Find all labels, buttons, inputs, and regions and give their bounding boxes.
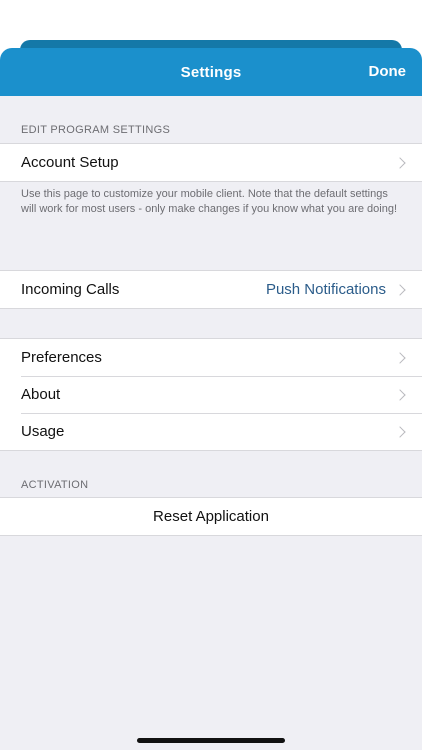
incoming-calls-label: Incoming Calls (21, 281, 120, 298)
account-setup-row[interactable]: Account Setup (0, 144, 422, 181)
chevron-right-icon (394, 283, 406, 296)
incoming-calls-value: Push Notifications (265, 281, 386, 298)
section-header-edit-program-settings: EDIT PROGRAM SETTINGS (21, 124, 171, 136)
group-calls: Incoming Calls Push Notifications (0, 270, 422, 309)
screen: Settings Done EDIT PROGRAM SETTINGS Acco… (0, 0, 422, 750)
preferences-row[interactable]: Preferences (0, 339, 422, 376)
settings-note: Use this page to customize your mobile c… (21, 188, 397, 215)
chevron-right-icon (394, 388, 406, 401)
chevron-right-icon (394, 156, 406, 169)
reset-application-button[interactable]: Reset Application (0, 498, 422, 535)
group-activation: Reset Application (0, 497, 422, 536)
group-general: Preferences About Usage (0, 338, 422, 451)
done-button[interactable]: Done (369, 48, 407, 96)
account-setup-label: Account Setup (21, 154, 119, 171)
about-label: About (21, 386, 61, 403)
preferences-label: Preferences (21, 349, 102, 366)
group-account: Account Setup (0, 143, 422, 182)
chevron-right-icon (394, 425, 406, 438)
usage-row[interactable]: Usage (0, 413, 422, 450)
home-indicator (137, 738, 285, 743)
about-row[interactable]: About (0, 376, 422, 413)
page-title: Settings (180, 63, 242, 81)
navigation-bar: Settings Done (0, 48, 422, 96)
usage-label: Usage (21, 423, 65, 440)
reset-application-label: Reset Application (153, 508, 269, 525)
chevron-right-icon (394, 351, 406, 364)
settings-sheet: Settings Done EDIT PROGRAM SETTINGS Acco… (0, 48, 422, 750)
section-header-activation: ACTIVATION (21, 479, 89, 491)
incoming-calls-row[interactable]: Incoming Calls Push Notifications (0, 271, 422, 308)
